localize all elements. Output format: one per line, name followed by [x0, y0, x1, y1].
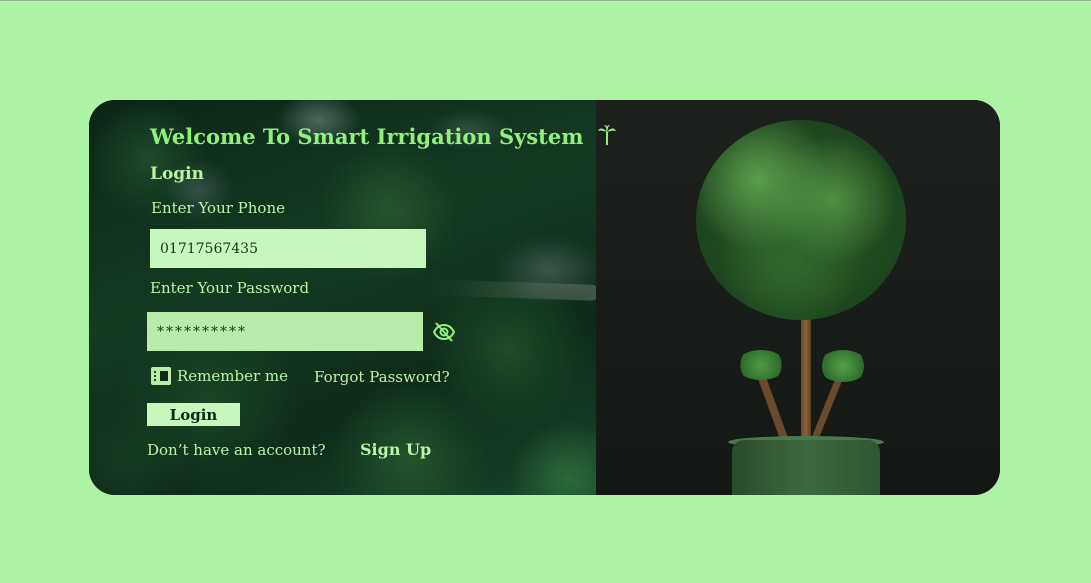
plant-foliage [696, 120, 906, 320]
sign-up-link[interactable]: Sign Up [360, 440, 431, 459]
page-title: Welcome To Smart Irrigation System [150, 124, 617, 151]
remember-me-row[interactable]: Remember me [151, 367, 288, 385]
page-title-text: Welcome To Smart Irrigation System [150, 124, 584, 149]
phone-label: Enter Your Phone [151, 199, 286, 217]
forest-road [428, 279, 600, 301]
login-heading: Login [150, 164, 204, 184]
top-border [0, 0, 1091, 1]
no-account-text: Don’t have an account? [147, 441, 326, 459]
forgot-password-link[interactable]: Forgot Password? [314, 368, 450, 386]
forest-background-image [89, 100, 600, 495]
login-button[interactable]: Login [147, 403, 240, 426]
remember-me-checkbox[interactable] [151, 367, 171, 385]
palm-tree-icon [597, 124, 617, 151]
password-input[interactable] [147, 312, 423, 351]
plant-trunk [801, 305, 811, 445]
login-card: Welcome To Smart Irrigation System Login… [89, 100, 1000, 495]
checkbox-fill [160, 371, 168, 381]
plant-pot [732, 440, 880, 495]
plant-image-panel [596, 100, 1000, 495]
phone-input[interactable] [150, 229, 426, 268]
plant-leaves [818, 350, 868, 382]
remember-me-label: Remember me [177, 367, 289, 385]
eye-off-icon[interactable] [432, 320, 456, 344]
plant-leaves [736, 350, 786, 380]
password-label: Enter Your Password [150, 279, 310, 297]
